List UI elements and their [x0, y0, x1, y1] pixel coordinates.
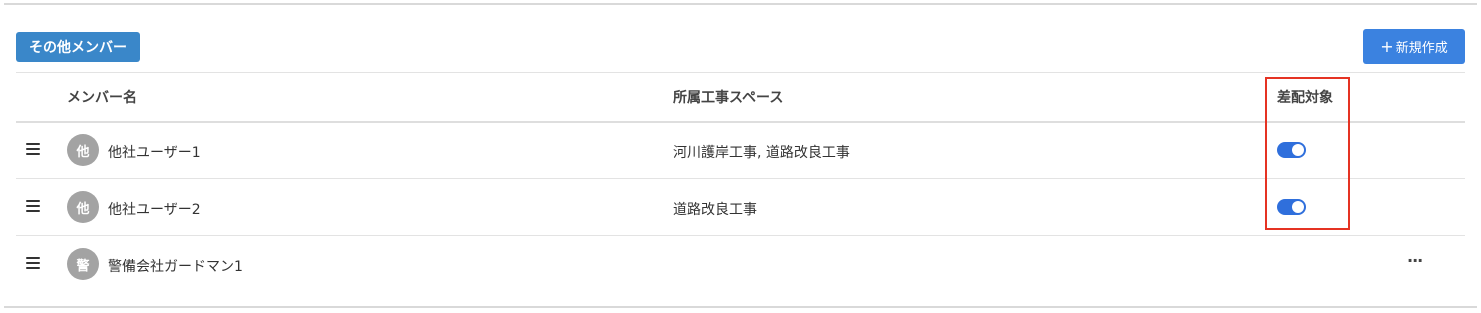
drag-handle-icon[interactable]: [26, 200, 40, 212]
table-row: 他 他社ユーザー1 河川護岸工事, 道路改良工事: [0, 123, 1481, 179]
new-create-button[interactable]: + 新規作成: [1363, 29, 1465, 64]
drag-handle-icon[interactable]: [26, 257, 40, 269]
avatar: 警: [67, 248, 99, 280]
table-row: 警 警備会社ガードマン1 ···: [0, 237, 1481, 293]
table-top-divider: [16, 72, 1465, 73]
new-create-label: 新規作成: [1395, 41, 1448, 56]
section-title-badge: その他メンバー: [16, 32, 140, 62]
target-column-highlight: [1265, 77, 1350, 230]
member-name: 他社ユーザー1: [108, 145, 201, 161]
more-horizontal-icon[interactable]: ···: [1407, 251, 1423, 270]
table-row: 他 他社ユーザー2 道路改良工事: [0, 180, 1481, 236]
column-header-workspace[interactable]: 所属工事スペース: [673, 87, 783, 107]
member-workspaces: 道路改良工事: [673, 202, 757, 218]
top-border: [4, 3, 1477, 5]
plus-icon: +: [1380, 36, 1394, 56]
drag-handle-icon[interactable]: [26, 143, 40, 155]
avatar: 他: [67, 191, 99, 223]
column-header-member-name[interactable]: メンバー名: [67, 87, 137, 107]
row-divider: [16, 235, 1465, 236]
avatar: 他: [67, 134, 99, 166]
bottom-border: [4, 306, 1477, 308]
member-name: 他社ユーザー2: [108, 202, 201, 218]
row-divider: [16, 178, 1465, 179]
member-name: 警備会社ガードマン1: [108, 259, 243, 275]
member-workspaces: 河川護岸工事, 道路改良工事: [673, 145, 850, 161]
